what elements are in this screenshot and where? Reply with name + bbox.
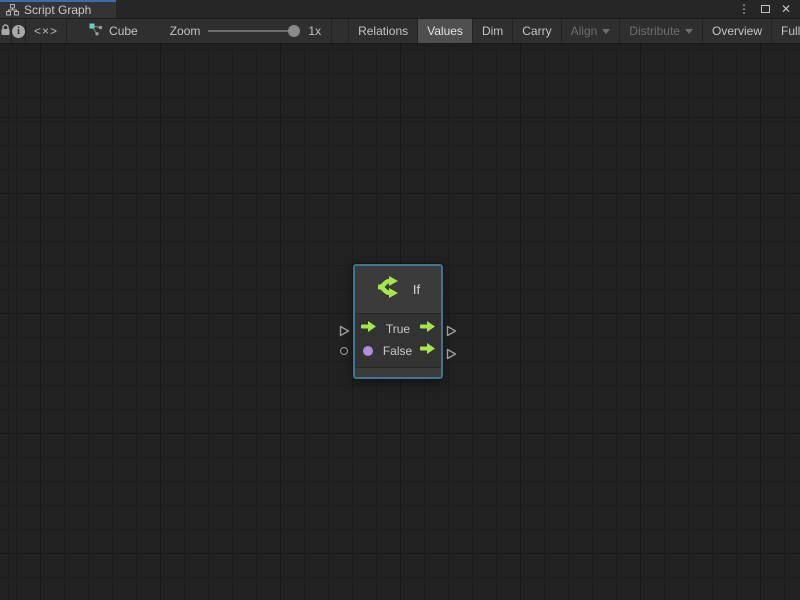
toolbar-spacer	[332, 19, 348, 43]
carry-label: Carry	[522, 24, 551, 38]
code-toggle-button[interactable]: <×>	[26, 19, 67, 43]
align-button[interactable]: Align	[562, 19, 621, 43]
port-label-false: False	[376, 344, 419, 358]
true-output-port[interactable]	[446, 324, 457, 342]
carry-button[interactable]: Carry	[513, 19, 561, 43]
graph-target-button[interactable]: Cube	[81, 19, 146, 43]
info-icon: i	[12, 25, 25, 38]
node-footer	[355, 367, 441, 377]
node-body: True False	[355, 314, 441, 367]
if-node[interactable]: If True	[353, 264, 443, 379]
zoom-slider[interactable]	[208, 30, 300, 32]
relations-button[interactable]: Relations	[348, 19, 418, 43]
zoom-label: Zoom	[170, 24, 201, 38]
relations-label: Relations	[358, 24, 408, 38]
distribute-label: Distribute	[629, 24, 680, 38]
flow-input-port[interactable]	[339, 324, 350, 342]
graph-target-icon	[89, 23, 103, 39]
dropdown-caret-icon	[685, 29, 693, 34]
full-screen-label: Full Screen	[781, 24, 800, 38]
graph-target-label: Cube	[109, 24, 138, 38]
branch-icon	[376, 273, 404, 306]
lock-icon	[0, 24, 11, 39]
values-label: Values	[427, 24, 463, 38]
script-graph-icon	[6, 4, 19, 16]
flow-arrow-icon	[419, 320, 436, 338]
values-button[interactable]: Values	[418, 19, 473, 43]
zoom-control: Zoom 1x	[160, 19, 332, 43]
lock-button[interactable]	[0, 19, 12, 43]
tab-title: Script Graph	[24, 3, 91, 17]
script-graph-window: Script Graph ⋮ ✕ i <×>	[0, 0, 800, 600]
zoom-value: 1x	[308, 24, 321, 38]
bool-value-icon	[363, 346, 373, 356]
angle-brackets-icon: <×>	[34, 24, 58, 38]
tab-script-graph[interactable]: Script Graph	[0, 0, 116, 18]
node-title: If	[413, 282, 420, 297]
graph-canvas[interactable]: If True	[0, 44, 800, 600]
port-row-false[interactable]: False	[355, 340, 441, 362]
tab-bar: Script Graph ⋮ ✕	[0, 0, 800, 19]
window-controls: ⋮ ✕	[738, 0, 800, 18]
info-button[interactable]: i	[12, 19, 26, 43]
false-output-port[interactable]	[446, 347, 457, 365]
align-label: Align	[571, 24, 598, 38]
node-header[interactable]: If	[355, 266, 441, 314]
close-icon[interactable]: ✕	[781, 3, 791, 15]
maximize-icon[interactable]	[761, 5, 770, 13]
kebab-menu-icon[interactable]: ⋮	[738, 3, 750, 15]
port-label-true: True	[377, 322, 419, 336]
full-screen-button[interactable]: Full Screen	[772, 19, 800, 43]
overview-button[interactable]: Overview	[703, 19, 772, 43]
flow-arrow-icon	[360, 320, 377, 338]
dropdown-caret-icon	[602, 29, 610, 34]
dim-label: Dim	[482, 24, 503, 38]
dim-button[interactable]: Dim	[473, 19, 513, 43]
graph-toolbar: i <×> Cube Zoom 1x Relatio	[0, 19, 800, 44]
overview-label: Overview	[712, 24, 762, 38]
distribute-button[interactable]: Distribute	[620, 19, 703, 43]
port-row-true[interactable]: True	[355, 318, 441, 340]
zoom-slider-handle[interactable]	[288, 25, 300, 37]
condition-value-port[interactable]	[340, 347, 348, 355]
flow-arrow-icon	[419, 342, 436, 360]
